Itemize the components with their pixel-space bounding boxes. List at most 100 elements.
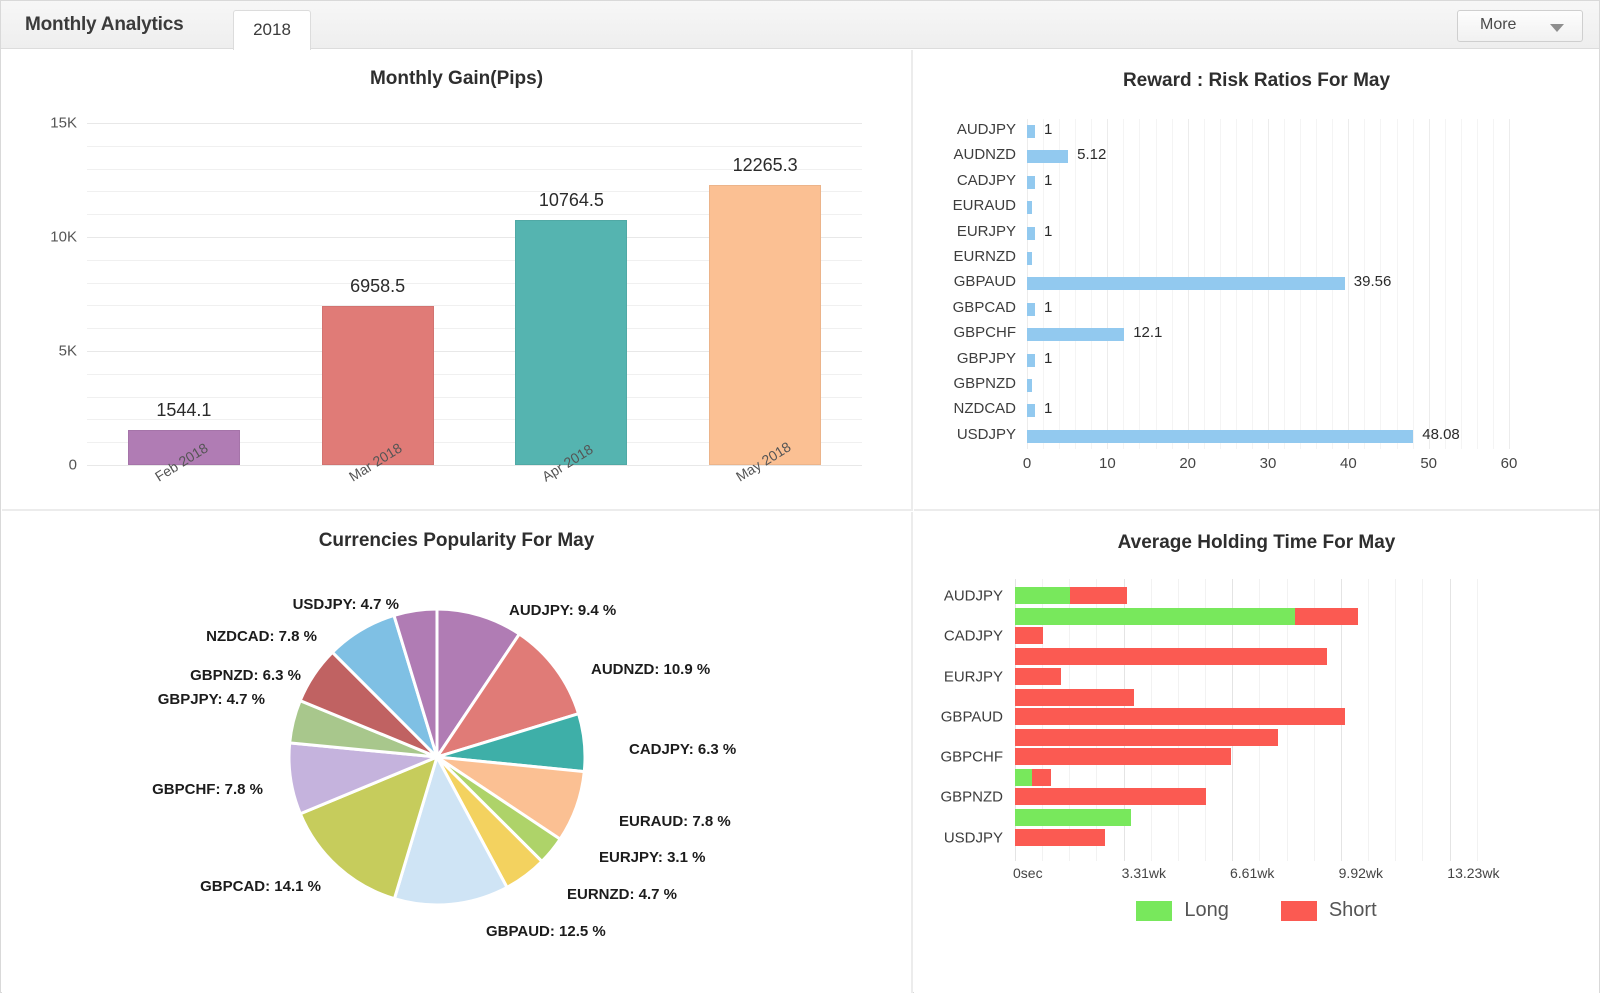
bar-value-label: 1 — [1044, 222, 1053, 240]
legend-item[interactable]: Short — [1280, 899, 1377, 922]
holding-time-legend: Long Short — [914, 899, 1599, 922]
bar-segment-short — [1070, 587, 1127, 604]
chevron-down-icon — [1550, 24, 1564, 32]
bar — [1027, 201, 1032, 215]
more-dropdown-button[interactable]: More — [1457, 10, 1583, 42]
bar-row: AUDJPY 1 — [957, 119, 1509, 144]
bar-segment-long — [1015, 809, 1131, 827]
x-axis-tick-label: 10 — [1098, 455, 1116, 472]
gridline — [1368, 579, 1370, 861]
bar-row: GBPNZD — [953, 373, 1509, 398]
monthly-gain-plot: 0 5K 10K 15K 1544.1 Feb 2018 6958.5 Mar 2018 107… — [50, 115, 862, 485]
bar-category-label: EURAUD — [952, 197, 1016, 215]
pie-slice-label: AUDNZD: 10.9 % — [591, 661, 711, 678]
monthly-gain-title: Monthly Gain(Pips) — [369, 68, 544, 89]
bar-row: GBPCHF 12.1 — [953, 322, 1509, 347]
bar-segment-short — [1015, 667, 1061, 685]
monthly-gain-panel: Monthly Gain(Pips) 0 5K 10K 15K 1544.1 Feb 20… — [2, 50, 913, 511]
bar-value-label: 5.12 — [1077, 146, 1107, 164]
gridline — [1509, 119, 1510, 449]
bar — [321, 306, 434, 465]
bar-segment-short — [1015, 648, 1327, 666]
pie-slice-label: GBPAUD: 12.5 % — [486, 923, 606, 940]
bar-category-label: AUDNZD — [953, 146, 1017, 164]
gridline — [1449, 579, 1451, 861]
pie-slice-label: GBPNZD: 6.3 % — [190, 667, 301, 684]
bar-segment-short — [1015, 627, 1043, 645]
bar-category-label: EURJPY — [943, 668, 1003, 686]
y-axis-tick-label: 5K — [58, 342, 77, 360]
bar — [1027, 429, 1414, 443]
x-axis-tick-label: 20 — [1179, 455, 1196, 472]
pie-chart — [287, 607, 587, 907]
bar-category-label: AUDJPY — [956, 121, 1016, 138]
pie-slice-label: GBPJPY: 4.7 % — [157, 691, 265, 708]
bar-segment-short — [1032, 769, 1052, 787]
bar-row: GBPCAD 1 — [953, 297, 1509, 322]
bar-value-label: 10764.5 — [538, 189, 604, 210]
pie-slice-label: CADJPY: 6.3 % — [629, 741, 737, 758]
legend-label: Long — [1184, 899, 1229, 921]
bar — [1027, 175, 1036, 189]
bar-category-label: GBPCAD — [952, 298, 1016, 316]
tab-2018[interactable]: 2018 — [233, 10, 311, 50]
x-axis-tick-label: 3.31wk — [1121, 865, 1167, 881]
bar-row: GBPJPY 1 — [957, 348, 1509, 373]
bar-row: CADJPY 1 — [957, 170, 1509, 195]
bar-row: EURNZD — [954, 246, 1509, 271]
bar-category-label: AUDJPY — [943, 587, 1003, 605]
legend-swatch-short — [1280, 900, 1317, 921]
gridline — [1422, 579, 1424, 861]
pie-slice-label: GBPCHF: 7.8 % — [152, 781, 263, 798]
legend-item[interactable]: Long — [1136, 899, 1229, 922]
bar-category-label: CADJPY — [943, 627, 1003, 645]
y-axis-tick-label: 10K — [50, 228, 77, 246]
bar-category-label: GBPAUD — [953, 273, 1016, 291]
bar-value-label: 1 — [1044, 349, 1053, 367]
bar-value-label: 1 — [1044, 400, 1053, 418]
bar-value-label: 6958.5 — [350, 276, 406, 297]
bar-category-label: EURJPY — [956, 222, 1016, 240]
pie-slice-label: NZDCAD: 7.8 % — [206, 628, 317, 645]
pie-slice-label: USDJPY: 4.7 % — [292, 596, 399, 613]
bar — [1027, 125, 1036, 138]
bar — [1027, 404, 1036, 418]
bar-category-label: CADJPY — [956, 171, 1016, 189]
bar-row: USDJPY 48.08 — [957, 424, 1509, 449]
bar-value-label: 1 — [1044, 121, 1053, 138]
bar-segment-long — [1015, 608, 1295, 625]
bar — [1027, 302, 1036, 316]
x-axis-tick-label: 13.23wk — [1447, 865, 1500, 881]
pie-slice-label: GBPCAD: 14.1 % — [200, 878, 321, 895]
bar-segment-long — [1015, 769, 1033, 787]
gridline — [1476, 579, 1478, 861]
bar-segment-short — [1015, 728, 1278, 746]
x-axis-tick-label: 30 — [1259, 455, 1277, 472]
bar-value-label: 12.1 — [1133, 324, 1163, 342]
bar-category-label: USDJPY — [956, 425, 1016, 443]
average-holding-time-plot: AUDJPY CADJPY EURJPY GBPAUD GBPCHF GBPNZD USDJ… — [940, 579, 1499, 881]
bar-row: GBPAUD 39.56 — [954, 271, 1509, 296]
bar-value-label: 1544.1 — [156, 399, 212, 420]
gridline — [87, 145, 862, 147]
bar — [1027, 379, 1032, 392]
x-axis-tick-label: 0sec — [1013, 865, 1043, 881]
bar — [1027, 353, 1036, 367]
bar-row: EURJPY 1 — [957, 221, 1509, 246]
bar-value-label: 12265.3 — [732, 155, 798, 176]
bar-value-label: 39.56 — [1353, 273, 1392, 291]
bar-segment-short — [1015, 707, 1345, 725]
bar — [515, 219, 628, 465]
pie-slice-label: EURAUD: 7.8 % — [619, 813, 731, 830]
bar-value-label: 48.08 — [1422, 425, 1460, 443]
bar — [1027, 328, 1125, 342]
bar-row: AUDNZD 5.12 — [954, 144, 1509, 169]
x-axis-tick-label: 9.92wk — [1338, 865, 1383, 881]
y-axis-tick-label: 0 — [68, 456, 77, 474]
bar-category-label: GBPAUD — [940, 708, 1003, 726]
bar-segment-short — [1015, 788, 1207, 806]
bar-category-label: GBPNZD — [953, 375, 1016, 392]
bar-value-label: 1 — [1044, 171, 1053, 189]
bar — [1027, 226, 1036, 240]
bar — [1027, 252, 1032, 265]
